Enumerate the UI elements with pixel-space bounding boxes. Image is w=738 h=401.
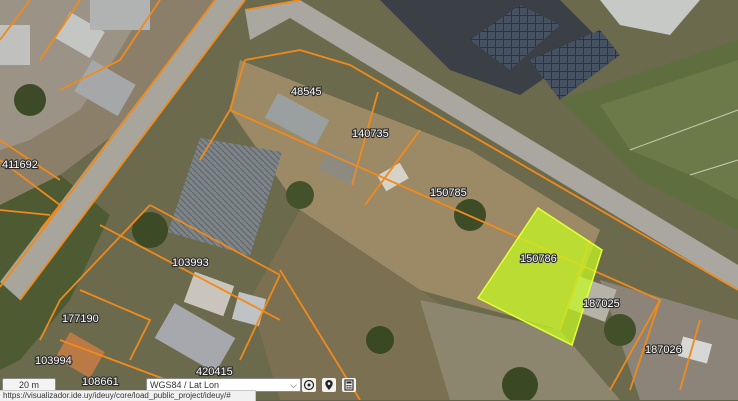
parcel-label: 103993 <box>172 257 209 269</box>
parcel-label: 187025 <box>583 298 620 310</box>
parcel-label: 150785 <box>430 187 467 199</box>
parcel-label: 187026 <box>645 344 682 356</box>
parcel-label: 140735 <box>352 128 389 140</box>
chevron-down-icon: ⌵ <box>290 380 297 390</box>
map-pin-icon[interactable] <box>322 378 336 392</box>
parcel-label: 177190 <box>62 313 99 325</box>
parcel-label: 150786 <box>520 253 557 265</box>
parcel-label: 103994 <box>35 355 72 367</box>
parcel-label: 420415 <box>196 366 233 378</box>
projection-value: WGS84 / Lat Lon <box>150 380 220 390</box>
status-url-bar: https://visualizador.ide.uy/ideuy/core/l… <box>0 390 256 401</box>
map-canvas[interactable]: 48545 140735 150785 150786 187025 187026… <box>0 0 738 400</box>
crosshair-icon[interactable] <box>302 378 316 392</box>
parcel-label: 48545 <box>291 86 322 98</box>
calculator-icon[interactable] <box>342 378 356 392</box>
parcel-label: 411692 <box>2 159 38 171</box>
